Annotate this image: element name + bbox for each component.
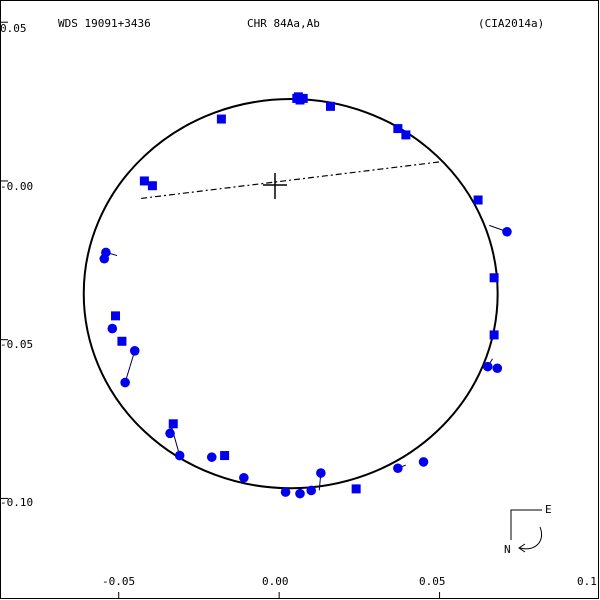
observation-circle [492,363,503,374]
observation-square [393,124,403,134]
plot-frame [0,0,599,599]
compass-east-label: E [545,503,552,516]
observation-square [139,176,149,186]
observation-square [325,101,335,111]
observation-circle [206,452,217,462]
y-tick-label: -0.05 [0,338,33,351]
x-tick-label: -0.05 [102,575,135,588]
observation-circle [99,253,110,264]
y-tick-label: -0.10 [0,496,33,509]
observation-circle [107,323,118,334]
observation-square [168,419,178,429]
observation-circle [295,488,305,499]
observation-square [220,451,230,461]
observation-square [117,336,127,346]
x-tick-label: 0.1 [577,575,597,588]
observation-circle [174,450,185,461]
x-tick-label: 0.05 [419,575,446,588]
header-reference: (CIA2014a) [478,17,544,30]
observation-square [216,114,226,124]
header-system: CHR 84Aa,Ab [247,17,320,30]
y-tick-label: -0.00 [0,180,33,193]
observation-circle [129,345,140,356]
observation-circle [502,226,512,237]
y-tick-label: 0.05 [0,22,27,35]
observation-circle [393,463,403,474]
observation-square [473,195,483,205]
observation-square [401,130,411,140]
observation-square [111,311,121,321]
observation-circle [165,428,175,439]
observation-square [489,273,499,283]
compass-north-label: N [504,543,511,556]
observation-square [489,330,499,340]
observation-circle [482,361,493,372]
observation-circle [418,457,429,467]
observation-circle [316,468,326,478]
observation-circle [239,472,249,483]
observation-square [295,95,305,105]
observation-circle [120,377,130,388]
header-wds-id: WDS 19091+3436 [58,17,151,30]
x-tick-label: 0.00 [262,575,289,588]
observation-square [147,181,157,191]
orbit-plot: WDS 19091+3436 CHR 84Aa,Ab (CIA2014a) 0.… [0,0,599,599]
observation-circle [280,487,291,497]
observation-square [351,484,361,494]
observation-circle [306,485,317,496]
